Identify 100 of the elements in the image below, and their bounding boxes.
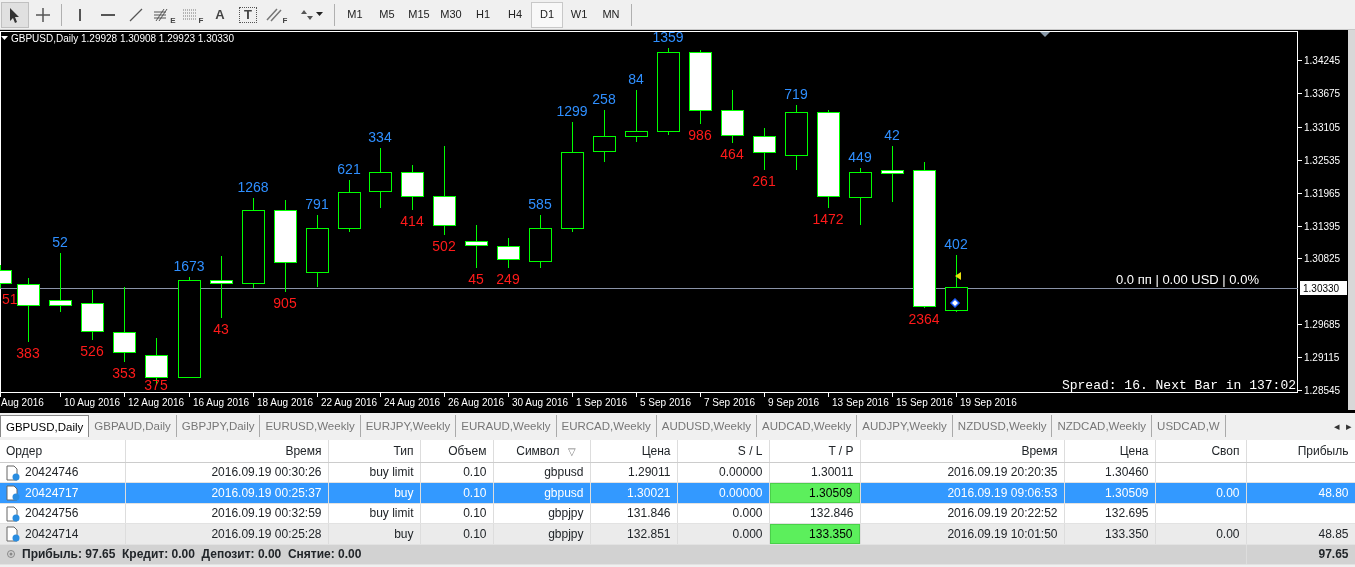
bar-size-label: 585 (528, 196, 552, 212)
table-cell: 0.00 (1216, 485, 1240, 500)
scroll-right-button[interactable]: ▸ (1343, 417, 1355, 435)
shift-marker-icon[interactable] (1040, 32, 1050, 37)
bar-size-label: 383 (16, 345, 40, 361)
price-label: 1.34245 (1304, 55, 1341, 66)
table-cell: 0.10 (463, 465, 487, 479)
table-cell: 1.30509 (1105, 485, 1149, 500)
order-icon (6, 485, 20, 502)
table-cell: gbpusd (544, 485, 584, 500)
column-header[interactable]: Время (1021, 443, 1058, 458)
chart-tab[interactable]: USDCAD,W (1152, 415, 1226, 437)
date-label: 15 Sep 2016 (896, 397, 953, 408)
table-cell: 0.00000 (719, 465, 763, 479)
current-price-label: 1.30330 (1300, 281, 1347, 295)
cursor-tool[interactable] (1, 1, 29, 28)
date-label: 30 Aug 2016 (512, 397, 569, 408)
date-label: 12 Aug 2016 (128, 397, 185, 408)
date-label: 10 Aug 2016 (64, 397, 121, 408)
bar-size-label: 375 (144, 377, 168, 393)
date-label: 1 Sep 2016 (576, 397, 628, 408)
chart-tab[interactable]: AUDJPY,Weekly (857, 415, 953, 437)
table-cell: 131.846 (627, 506, 671, 520)
arrow-marker-icon (955, 272, 961, 280)
fibonacci-tool[interactable]: E (150, 1, 178, 28)
date-label: 19 Sep 2016 (960, 397, 1017, 408)
column-header[interactable]: Время (285, 443, 322, 458)
bar-size-label: 42 (884, 127, 900, 143)
table-cell: 0.10 (463, 506, 487, 520)
timeframe-button[interactable]: H4 (499, 1, 531, 28)
chart-tab[interactable]: NZDUSD,Weekly (952, 415, 1053, 437)
date-label: 22 Aug 2016 (321, 397, 378, 408)
price-label: 1.30825 (1304, 253, 1341, 264)
vertical-line-icon (79, 8, 81, 21)
chart-tab[interactable]: EURAUD,Weekly (456, 415, 557, 437)
bar-size-label: 1673 (173, 258, 205, 274)
column-header[interactable]: S / L (737, 443, 763, 458)
chart-tab[interactable]: NZDCAD,Weekly (1052, 415, 1153, 437)
timeframe-button[interactable]: M5 (371, 1, 403, 28)
table-cell: 2016.09.19 20:20:35 (947, 465, 1058, 479)
table-cell: 1.30011 (811, 465, 854, 479)
table-cell: 20424717 (25, 485, 79, 500)
scrollbar[interactable] (1348, 30, 1355, 410)
bar-size-label: 261 (752, 173, 776, 189)
bar-size-label: 52 (52, 234, 68, 250)
table-cell: gbpusd (544, 465, 584, 479)
table-cell: 2016.09.19 09:06:53 (947, 485, 1058, 500)
price-label: 1.29685 (1304, 319, 1341, 330)
bar-size-label: 719 (784, 86, 808, 102)
bar-size-label: 449 (848, 149, 872, 165)
parallel-lines-tool[interactable]: F (262, 1, 290, 28)
table-cell: 2016.09.19 10:01:50 (947, 526, 1058, 541)
chart-tab[interactable]: EURCAD,Weekly (556, 415, 657, 437)
scroll-left-button[interactable]: ◂ (1331, 417, 1343, 435)
column-header[interactable]: Символ (516, 443, 560, 458)
chart-tab[interactable]: GBPUSD,Daily (0, 415, 90, 437)
chart-tab[interactable]: EURJPY,Weekly (360, 415, 457, 437)
bar-size-label: 249 (496, 271, 520, 287)
table-cell: 132.695 (1105, 506, 1149, 520)
chart-tab[interactable]: GBPAUD,Daily (89, 415, 177, 437)
price-label: 1.31965 (1304, 188, 1341, 199)
date-label: 13 Sep 2016 (832, 397, 889, 408)
chart-tab[interactable]: EURUSD,Weekly (260, 415, 361, 437)
bar-size-label: 905 (273, 295, 297, 311)
timeframe-button[interactable]: M15 (403, 1, 435, 28)
table-cell: 0.00 (1216, 526, 1240, 541)
price-label: 1.33105 (1304, 122, 1341, 133)
bar-size-label: 1299 (556, 103, 588, 119)
order-icon (6, 464, 20, 481)
column-header[interactable]: T / P (828, 443, 854, 458)
table-cell: 2016.09.19 20:22:52 (947, 506, 1058, 520)
text-tool[interactable]: A (206, 1, 234, 28)
table-cell: 133.350 (1105, 526, 1149, 541)
date-label: 18 Aug 2016 (257, 397, 314, 408)
table-cell: buy limit (369, 465, 414, 479)
summary-icon (6, 549, 16, 559)
price-label: 1.33675 (1304, 88, 1341, 99)
chart-tab[interactable]: AUDCAD,Weekly (757, 415, 858, 437)
timeframe-button[interactable]: MN (595, 1, 627, 28)
chart-header: GBPUSD,Daily 1.29928 1.30908 1.29923 1.30330 (1, 33, 234, 44)
dotted-lines-tool[interactable]: F (178, 1, 206, 28)
position-info: 0.0 пп | 0.00 USD | 0.0% (1116, 272, 1259, 287)
order-marker-icon (949, 297, 961, 309)
chart-tab[interactable]: AUDUSD,Weekly (656, 415, 758, 437)
table-cell: 0.00000 (719, 485, 763, 500)
timeframe-button[interactable]: M1 (339, 1, 371, 28)
timeframe-button[interactable]: H1 (467, 1, 499, 28)
price-label: 1.28545 (1304, 385, 1341, 396)
bar-size-label: 414 (400, 213, 424, 229)
timeframe-button[interactable]: D1 (531, 1, 563, 28)
column-header[interactable]: Тип (393, 443, 414, 458)
table-cell: 1.30021 (627, 485, 671, 500)
table-cell: 0.10 (463, 526, 487, 541)
text-label-tool[interactable]: T (234, 1, 262, 28)
timeframe-button[interactable]: W1 (563, 1, 595, 28)
chart-tab[interactable]: GBPJPY,Daily (176, 415, 261, 437)
spread-info: Spread: 16. Next Bar in 137:02 (1061, 378, 1296, 393)
timeframe-button[interactable]: M30 (435, 1, 467, 28)
account-summary: Прибыль: 97.65 Кредит: 0.00 Депозит: 0.00 Снятие: 0.00 (22, 547, 362, 561)
order-icon (6, 526, 20, 543)
